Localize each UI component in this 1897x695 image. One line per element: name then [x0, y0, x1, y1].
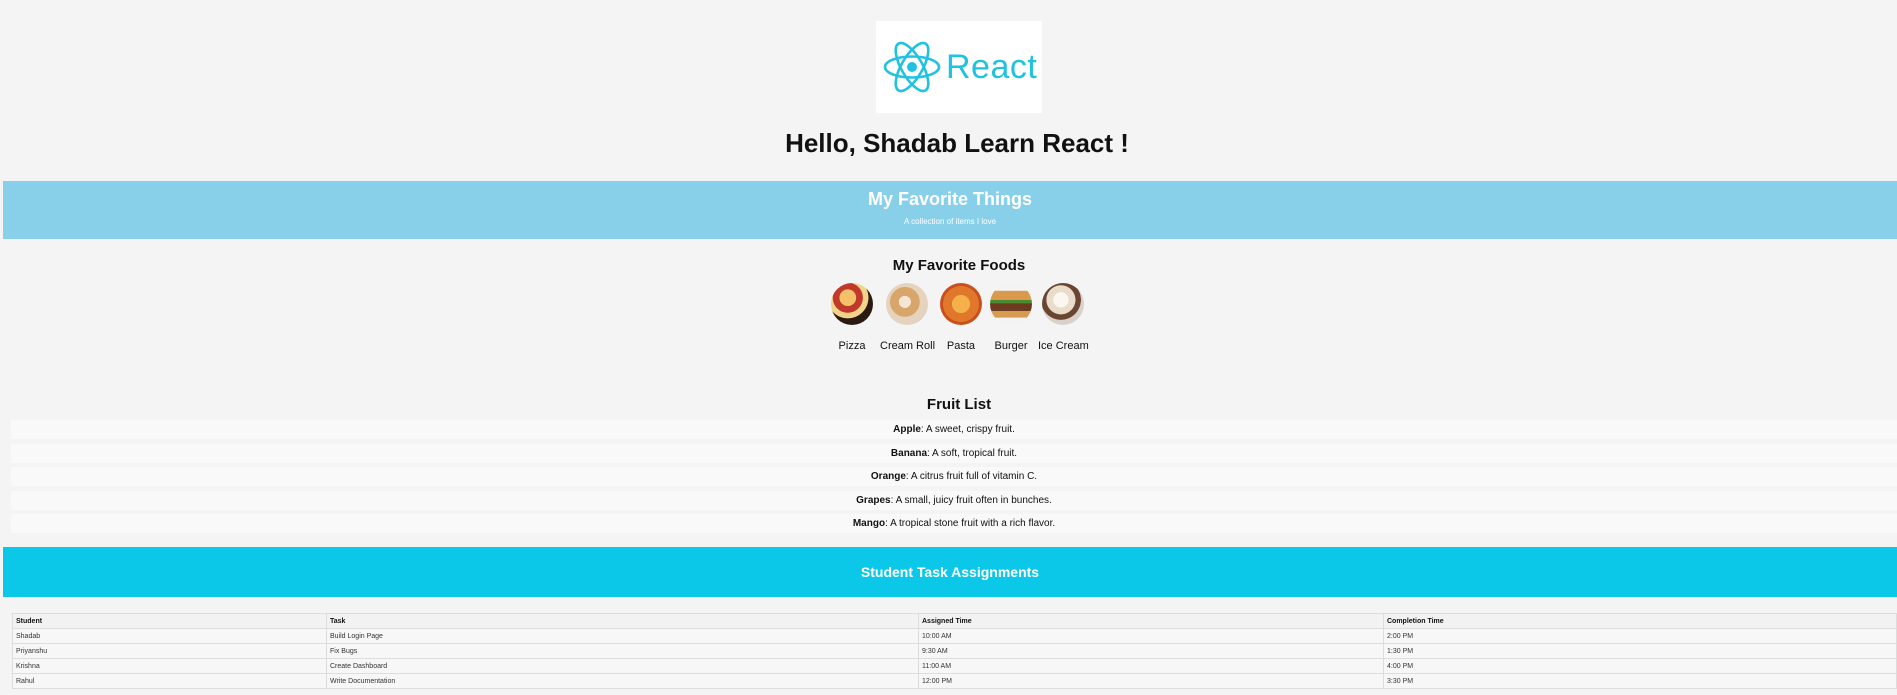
- foods-heading: My Favorite Foods: [892, 257, 1026, 274]
- column-header-completion-time: Completion Time: [1383, 613, 1897, 629]
- table-row: Priyanshu Fix Bugs 9:30 AM 1:30 PM: [12, 643, 1897, 659]
- cell-task: Build Login Page: [326, 628, 919, 644]
- cell-assigned-time: 10:00 AM: [918, 628, 1384, 644]
- food-label: Pizza: [838, 340, 866, 352]
- cell-assigned-time: 12:00 PM: [918, 673, 1384, 689]
- react-atom-icon: [883, 41, 941, 93]
- cell-assigned-time: 9:30 AM: [918, 643, 1384, 659]
- pizza-image: [831, 283, 873, 325]
- fruit-name: Banana: [890, 447, 928, 459]
- favorites-subtitle: A collection of items I love: [903, 217, 997, 226]
- favorites-title: My Favorite Things: [867, 189, 1033, 209]
- food-label: Burger: [994, 340, 1028, 352]
- fruit-name: Grapes: [856, 494, 891, 506]
- cell-completion-time: 3:30 PM: [1383, 673, 1897, 689]
- cell-task: Create Dashboard: [326, 658, 919, 674]
- task-assignments-banner: Student Task Assignments: [3, 547, 1897, 597]
- food-label: Cream Roll: [880, 340, 936, 352]
- fruit-description: : A soft, tropical fruit.: [927, 447, 1018, 459]
- fruit-item-grapes: Grapes: A small, juicy fruit often in bu…: [11, 490, 1897, 510]
- cream-roll-image: [886, 283, 928, 325]
- cell-completion-time: 2:00 PM: [1383, 628, 1897, 644]
- fruit-item-banana: Banana: A soft, tropical fruit.: [11, 443, 1897, 463]
- greeting-heading: Hello, Shadab Learn React !: [785, 128, 1129, 158]
- fruit-list-heading: Fruit List: [926, 396, 992, 413]
- favorites-banner: My Favorite Things A collection of items…: [3, 181, 1897, 239]
- column-header-task: Task: [326, 613, 919, 629]
- food-label: Ice Cream: [1038, 340, 1089, 352]
- fruit-description: : A sweet, crispy fruit.: [920, 424, 1015, 435]
- column-header-student: Student: [12, 613, 327, 629]
- food-item-burger: Burger: [990, 283, 1032, 352]
- fruit-description: : A small, juicy fruit often in bunches.: [890, 494, 1052, 506]
- cell-student: Krishna: [12, 658, 327, 674]
- cell-completion-time: 4:00 PM: [1383, 658, 1897, 674]
- table-row: Shadab Build Login Page 10:00 AM 2:00 PM: [12, 628, 1897, 644]
- fruit-description: : A tropical stone fruit with a rich fla…: [885, 518, 1056, 529]
- ice-cream-image: [1042, 283, 1084, 325]
- cell-student: Rahul: [12, 673, 327, 689]
- cell-task: Fix Bugs: [326, 643, 919, 659]
- page: React Hello, Shadab Learn React ! My Fav…: [0, 0, 1897, 695]
- fruit-name: Apple: [893, 424, 921, 435]
- food-item-pasta: Pasta: [940, 283, 982, 352]
- cell-task: Write Documentation: [326, 673, 919, 689]
- cell-completion-time: 1:30 PM: [1383, 643, 1897, 659]
- task-table: Student Task Assigned Time Completion Ti…: [12, 613, 1897, 689]
- fruit-name: Mango: [852, 518, 886, 529]
- fruit-description: : A citrus fruit full of vitamin C.: [905, 471, 1038, 482]
- burger-image: [990, 283, 1032, 325]
- food-item-pizza: Pizza: [831, 283, 873, 352]
- food-label: Pasta: [946, 340, 976, 352]
- fruit-item-orange: Orange: A citrus fruit full of vitamin C…: [11, 467, 1897, 486]
- table-row: Krishna Create Dashboard 11:00 AM 4:00 P…: [12, 658, 1897, 674]
- column-header-assigned-time: Assigned Time: [918, 613, 1384, 629]
- cell-student: Priyanshu: [12, 643, 327, 659]
- food-item-ice-cream: Ice Cream: [1038, 283, 1089, 352]
- cell-student: Shadab: [12, 628, 327, 644]
- fruit-item-apple: Apple: A sweet, crispy fruit.: [11, 420, 1897, 439]
- table-row: Rahul Write Documentation 12:00 PM 3:30 …: [12, 673, 1897, 689]
- pasta-image: [940, 283, 982, 325]
- fruit-list: Apple: A sweet, crispy fruit. Banana: A …: [11, 420, 1897, 538]
- logo-text: React: [946, 47, 1038, 86]
- fruit-name: Orange: [870, 471, 906, 482]
- cell-assigned-time: 11:00 AM: [918, 658, 1384, 674]
- react-logo: React: [876, 21, 1042, 113]
- table-header-row: Student Task Assigned Time Completion Ti…: [12, 613, 1897, 629]
- food-item-cream-roll: Cream Roll: [880, 283, 936, 352]
- fruit-item-mango: Mango: A tropical stone fruit with a ric…: [11, 514, 1897, 533]
